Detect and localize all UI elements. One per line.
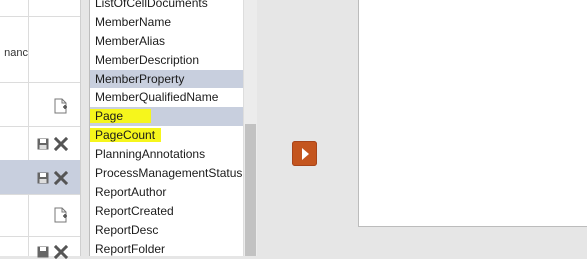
list-item[interactable]: MemberName (90, 13, 243, 32)
highlighted-label: PageCount (90, 128, 162, 143)
arrow-right-icon (302, 147, 309, 160)
property-listbox[interactable]: ListOfCellDocuments MemberName MemberAli… (89, 0, 257, 256)
list-item[interactable]: ReportCreated (90, 202, 243, 221)
grid-row-divider (0, 82, 80, 83)
list-item[interactable]: PageCount (90, 126, 243, 145)
grid-row-divider (0, 16, 80, 17)
grid-row-divider (0, 236, 80, 237)
selected-items-panel[interactable] (358, 0, 587, 227)
list-item[interactable]: MemberQualifiedName (90, 88, 243, 107)
save-icon[interactable] (37, 172, 49, 184)
list-item[interactable]: Page (90, 107, 243, 127)
list-item[interactable]: ListOfCellDocuments (90, 0, 243, 13)
new-document-icon[interactable] (54, 207, 68, 223)
grid-row-divider (0, 194, 80, 195)
move-right-button[interactable] (292, 141, 317, 166)
save-icon[interactable] (37, 138, 49, 150)
save-icon[interactable] (37, 246, 49, 258)
list-item[interactable]: ProcessManagementStatus (90, 164, 243, 183)
delete-icon[interactable] (54, 137, 68, 151)
list-item[interactable]: ReportAuthor (90, 183, 243, 202)
grid-row-divider (0, 126, 80, 127)
property-list: ListOfCellDocuments MemberName MemberAli… (90, 0, 243, 258)
grid-column-divider (28, 0, 29, 256)
list-item[interactable]: MemberProperty (90, 69, 243, 89)
highlighted-label: Page (90, 109, 152, 124)
grid-column-header: nanc (4, 47, 28, 59)
grid-panel: nanc (0, 0, 81, 259)
list-item[interactable]: MemberDescription (90, 51, 243, 70)
list-scrollbar-thumb[interactable] (245, 124, 256, 256)
list-scrollbar[interactable] (243, 0, 257, 256)
delete-icon[interactable] (54, 171, 68, 185)
new-document-icon[interactable] (54, 98, 68, 114)
list-item[interactable]: PlanningAnnotations (90, 145, 243, 164)
list-item[interactable]: ReportDesc (90, 221, 243, 240)
delete-icon[interactable] (54, 245, 68, 259)
list-item[interactable]: MemberAlias (90, 32, 243, 51)
